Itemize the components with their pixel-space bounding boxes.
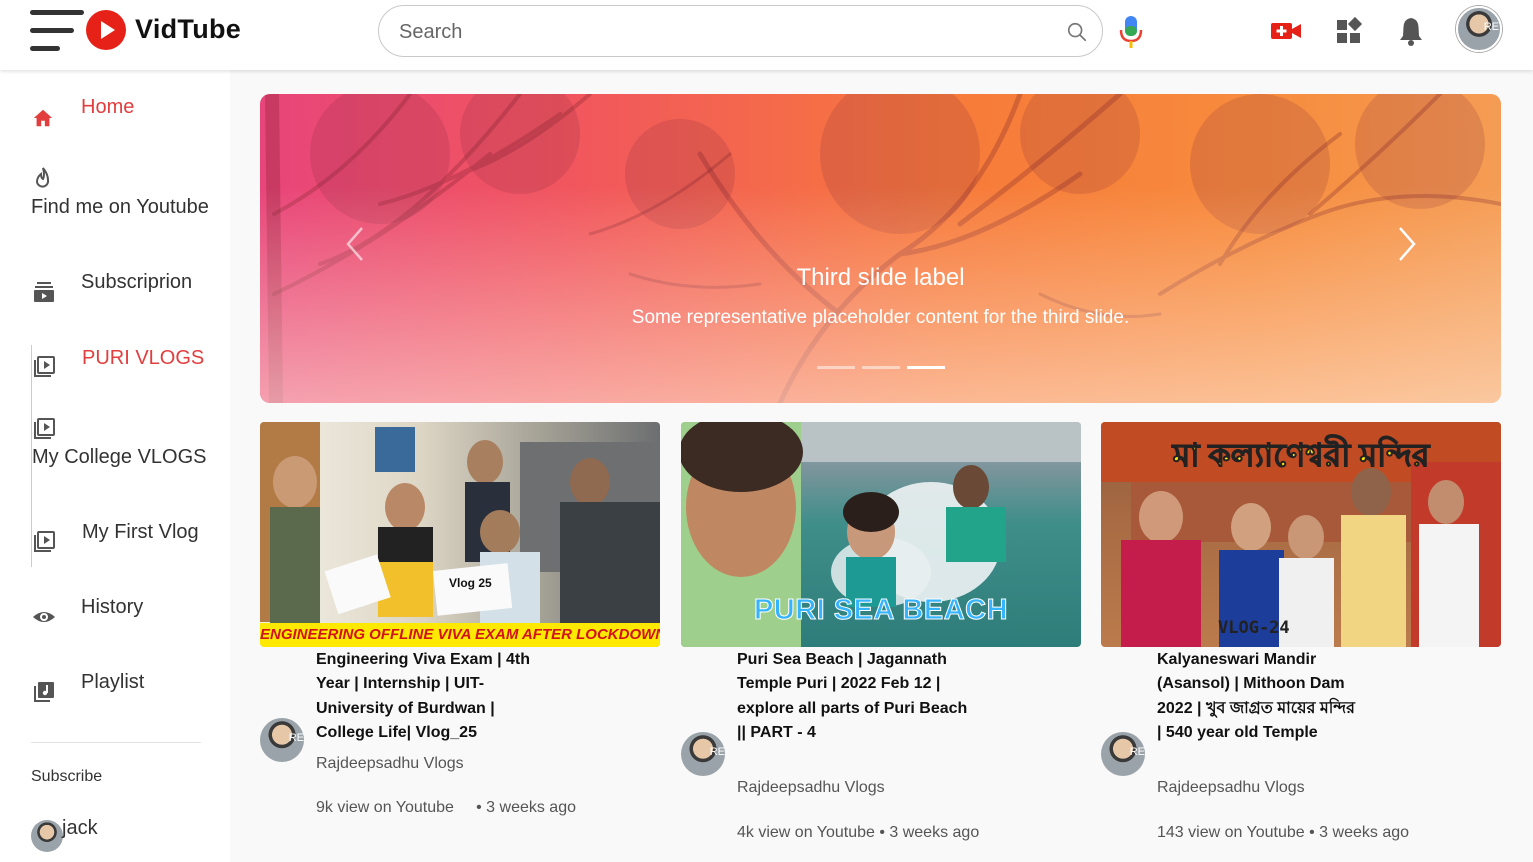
subscription-avatar[interactable] bbox=[31, 820, 63, 852]
subscriptions-icon bbox=[34, 282, 54, 302]
search-input[interactable] bbox=[399, 18, 1039, 46]
carousel-prev-icon[interactable] bbox=[340, 224, 370, 264]
subscribe-heading: Subscribe bbox=[31, 768, 103, 785]
sidebar-item-puri-vlogs[interactable]: PURI VLOGS bbox=[0, 340, 230, 390]
sidebar-item-first-vlog[interactable]: My First Vlog bbox=[0, 515, 230, 565]
sidebar-item-history[interactable]: History bbox=[0, 590, 230, 640]
subscription-name[interactable]: jack bbox=[62, 817, 98, 840]
thumbnail-banner-text: PURI SEA BEACH bbox=[753, 594, 1009, 627]
sidebar-item-label: Playlist bbox=[81, 671, 145, 693]
channel-avatar[interactable] bbox=[1101, 732, 1145, 776]
menu-icon[interactable] bbox=[30, 10, 84, 52]
carousel-indicator-2[interactable] bbox=[862, 366, 900, 369]
sidebar-divider bbox=[31, 742, 201, 743]
fire-icon bbox=[35, 167, 50, 188]
top-header: VidTube bbox=[0, 0, 1533, 70]
video-title[interactable]: Kalyaneswari Mandir (Asansol) | Mithoon … bbox=[1157, 648, 1357, 745]
sidebar-item-playlist[interactable]: Playlist bbox=[0, 665, 230, 715]
sidebar-item-label: My First Vlog bbox=[82, 521, 199, 543]
playlist-play-icon bbox=[34, 356, 55, 377]
video-thumbnail[interactable]: PURI SEA BEACH bbox=[681, 422, 1081, 647]
sidebar-item-label: My College VLOGS bbox=[32, 446, 207, 468]
sidebar-item-label: Find me on Youtube bbox=[31, 196, 209, 218]
video-title[interactable]: Engineering Viva Exam | 4th Year | Inter… bbox=[316, 648, 556, 745]
apps-icon[interactable] bbox=[1333, 15, 1365, 47]
channel-avatar[interactable] bbox=[681, 732, 725, 776]
hero-carousel: Third slide label Some representative pl… bbox=[260, 94, 1501, 403]
sidebar-item-label: Home bbox=[81, 96, 135, 118]
sidebar-item-label: PURI VLOGS bbox=[82, 347, 205, 369]
search-icon[interactable] bbox=[1066, 21, 1088, 43]
carousel-fade bbox=[260, 94, 1501, 403]
video-meta: 4k view on Youtube • 3 weeks ago bbox=[737, 824, 980, 841]
logo-text[interactable]: VidTube bbox=[135, 14, 241, 45]
video-channel[interactable]: Rajdeepsadhu Vlogs bbox=[1157, 779, 1305, 797]
mic-icon[interactable] bbox=[1118, 14, 1144, 50]
video-channel[interactable]: Rajdeepsadhu Vlogs bbox=[316, 755, 464, 773]
carousel-next-icon[interactable] bbox=[1392, 224, 1422, 264]
carousel-title: Third slide label bbox=[796, 264, 965, 291]
thumbnail-sign-text: VLOG-24 bbox=[1218, 618, 1290, 638]
carousel-indicator-3[interactable] bbox=[907, 366, 945, 369]
library-icon bbox=[34, 682, 54, 702]
eye-icon bbox=[33, 612, 55, 622]
playlist-play-icon bbox=[34, 418, 55, 439]
thumbnail-banner-text: ENGINEERING OFFLINE VIVA EXAM AFTER LOCK… bbox=[260, 623, 660, 647]
thumbnail-sign-text: Vlog 25 bbox=[449, 576, 492, 590]
video-title[interactable]: Puri Sea Beach | Jagannath Temple Puri |… bbox=[737, 648, 977, 745]
thumbnail-banner-text: মা কল্যাণেশ্বরী মন্দির bbox=[1172, 437, 1430, 474]
notification-bell-icon[interactable] bbox=[1395, 15, 1427, 47]
video-meta: 9k view on Youtube • 3 weeks ago bbox=[316, 799, 576, 816]
video-meta: 143 view on Youtube • 3 weeks ago bbox=[1157, 824, 1410, 841]
sidebar-item-subscription[interactable]: Subscriprion bbox=[0, 265, 230, 315]
search-box bbox=[378, 5, 1103, 57]
channel-avatar[interactable] bbox=[260, 718, 304, 762]
sidebar-item-label: Subscriprion bbox=[81, 271, 193, 293]
sidebar-item-home[interactable]: Home bbox=[0, 90, 230, 140]
sidebar-item-college-vlogs[interactable]: My College VLOGS bbox=[0, 415, 230, 475]
user-avatar[interactable] bbox=[1456, 6, 1502, 52]
create-video-icon[interactable] bbox=[1270, 15, 1302, 47]
logo-play-icon[interactable] bbox=[86, 10, 126, 50]
home-icon bbox=[33, 109, 53, 127]
carousel-caption: Some representative placeholder content … bbox=[631, 307, 1130, 328]
carousel-indicator-1[interactable] bbox=[817, 366, 855, 369]
sidebar-item-find-me[interactable]: Find me on Youtube bbox=[0, 165, 230, 225]
sidebar: Home Find me on Youtube Subscriprion PUR… bbox=[0, 70, 230, 862]
video-thumbnail[interactable]: মা কল্যাণেশ্বরী মন্দির VLOG-24 bbox=[1101, 422, 1501, 647]
video-thumbnail[interactable]: Vlog 25 ENGINEERING OFFLINE VIVA EXAM AF… bbox=[260, 422, 660, 647]
sidebar-item-label: History bbox=[81, 596, 144, 618]
video-channel[interactable]: Rajdeepsadhu Vlogs bbox=[737, 779, 885, 797]
playlist-play-icon bbox=[34, 531, 55, 552]
